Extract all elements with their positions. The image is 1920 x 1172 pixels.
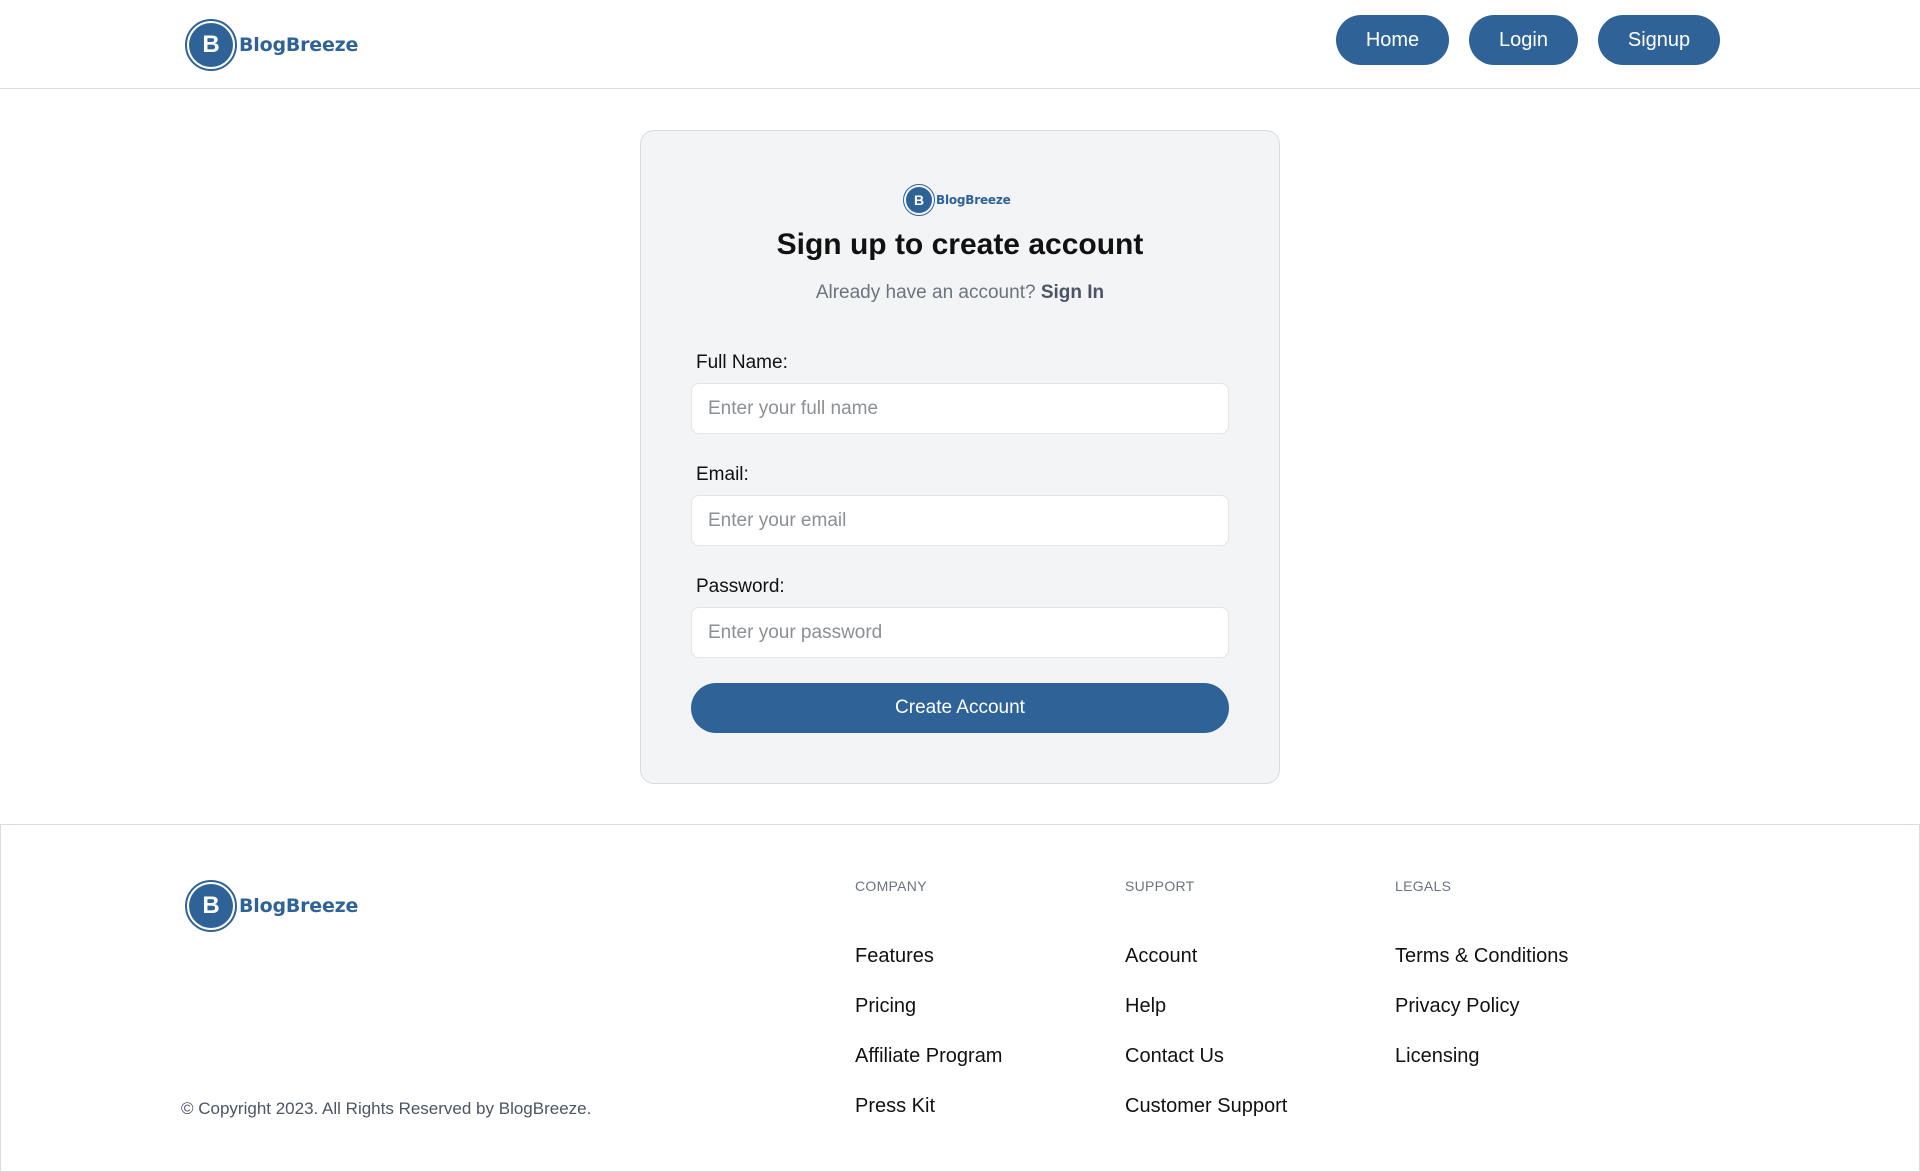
footer-heading-support: SUPPORT bbox=[1125, 878, 1195, 894]
footer-link-affiliate-program[interactable]: Affiliate Program bbox=[855, 1045, 1002, 1068]
email-input[interactable] bbox=[691, 495, 1229, 546]
nav-home-button[interactable]: Home bbox=[1336, 15, 1449, 65]
footer-link-customer-support[interactable]: Customer Support bbox=[1125, 1095, 1287, 1118]
nav-login-button[interactable]: Login bbox=[1469, 15, 1578, 65]
footer-heading-company: COMPANY bbox=[855, 878, 927, 894]
footer-link-privacy-policy[interactable]: Privacy Policy bbox=[1395, 995, 1519, 1018]
copyright-text: © Copyright 2023. All Rights Reserved by… bbox=[181, 1099, 592, 1118]
signin-prompt: Already have an account? Sign In bbox=[0, 282, 1920, 304]
full-name-label: Full Name: bbox=[696, 352, 788, 373]
brand-logo[interactable]: B BlogBreeze bbox=[185, 19, 359, 71]
brand-name: BlogBreeze bbox=[239, 34, 359, 56]
card-brand-logo: B BlogBreeze bbox=[903, 184, 1011, 216]
create-account-button[interactable]: Create Account bbox=[691, 683, 1229, 733]
brand-name: BlogBreeze bbox=[936, 193, 1011, 207]
top-navbar: B BlogBreeze Home Login Signup bbox=[0, 0, 1920, 89]
footer bbox=[0, 824, 1920, 1172]
brand-name: BlogBreeze bbox=[239, 895, 359, 917]
footer-brand-logo[interactable]: B BlogBreeze bbox=[185, 880, 359, 932]
logo-badge-icon: B bbox=[185, 19, 237, 71]
footer-link-licensing[interactable]: Licensing bbox=[1395, 1045, 1480, 1068]
nav-signup-button[interactable]: Signup bbox=[1598, 15, 1720, 65]
email-label: Email: bbox=[696, 464, 749, 485]
signin-prompt-text: Already have an account? bbox=[815, 282, 1036, 303]
signin-link[interactable]: Sign In bbox=[1041, 282, 1104, 303]
logo-badge-icon: B bbox=[185, 880, 237, 932]
password-input[interactable] bbox=[691, 607, 1229, 658]
full-name-input[interactable] bbox=[691, 383, 1229, 434]
footer-heading-legals: LEGALS bbox=[1395, 878, 1452, 894]
signup-title: Sign up to create account bbox=[776, 228, 1144, 261]
footer-link-account[interactable]: Account bbox=[1125, 945, 1197, 968]
password-label: Password: bbox=[696, 576, 785, 597]
footer-link-contact-us[interactable]: Contact Us bbox=[1125, 1045, 1224, 1068]
footer-link-pricing[interactable]: Pricing bbox=[855, 995, 916, 1018]
footer-link-help[interactable]: Help bbox=[1125, 995, 1166, 1018]
footer-link-terms[interactable]: Terms & Conditions bbox=[1395, 945, 1568, 968]
footer-link-press-kit[interactable]: Press Kit bbox=[855, 1095, 935, 1118]
logo-badge-icon: B bbox=[903, 184, 935, 216]
footer-link-features[interactable]: Features bbox=[855, 945, 934, 968]
